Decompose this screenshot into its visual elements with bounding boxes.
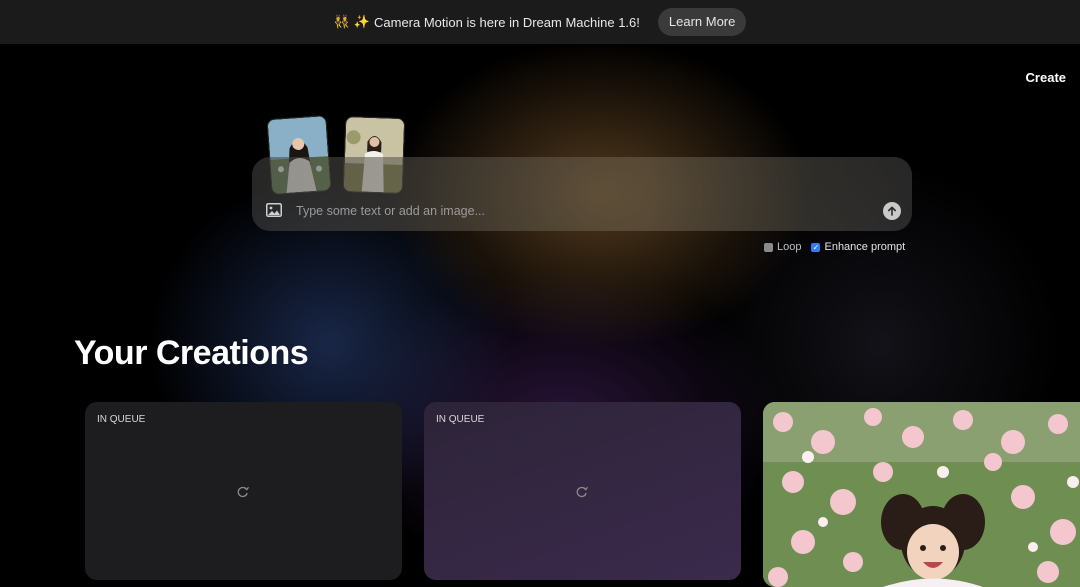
prompt-options: Loop Enhance prompt: [764, 241, 905, 253]
dancers-emoji-icon: 👯: [333, 14, 350, 29]
loop-option[interactable]: Loop: [764, 241, 801, 253]
section-title: Your Creations: [74, 334, 309, 372]
submit-button[interactable]: [883, 202, 901, 220]
image-upload-icon[interactable]: [266, 203, 282, 217]
girl-in-flowers-image: [763, 402, 1080, 587]
loop-checkbox[interactable]: [764, 242, 773, 252]
creation-card[interactable]: IN QUEUE: [424, 402, 741, 580]
sparkles-emoji-icon: ✨: [353, 14, 370, 29]
enhance-prompt-checkbox[interactable]: [811, 242, 821, 252]
creation-card-video[interactable]: [763, 402, 1080, 587]
loading-spinner-icon: [237, 486, 249, 498]
prompt-bar: [252, 157, 912, 231]
announcement-banner: 👯 ✨ Camera Motion is here in Dream Machi…: [0, 0, 1080, 44]
loop-label: Loop: [777, 241, 802, 253]
learn-more-button[interactable]: Learn More: [657, 8, 747, 36]
enhance-prompt-option[interactable]: Enhance prompt: [811, 241, 905, 253]
enhance-prompt-label: Enhance prompt: [824, 241, 906, 253]
loading-spinner-icon: [576, 486, 588, 498]
prompt-input[interactable]: [294, 200, 858, 222]
creation-card[interactable]: IN QUEUE: [85, 402, 402, 580]
arrow-up-icon: [888, 206, 896, 216]
status-badge: IN QUEUE: [436, 414, 485, 425]
status-badge: IN QUEUE: [97, 414, 146, 425]
announcement-text: 👯 ✨ Camera Motion is here in Dream Machi…: [334, 14, 640, 30]
announcement-label: Camera Motion is here in Dream Machine 1…: [374, 14, 640, 30]
create-link[interactable]: Create: [1026, 70, 1066, 85]
